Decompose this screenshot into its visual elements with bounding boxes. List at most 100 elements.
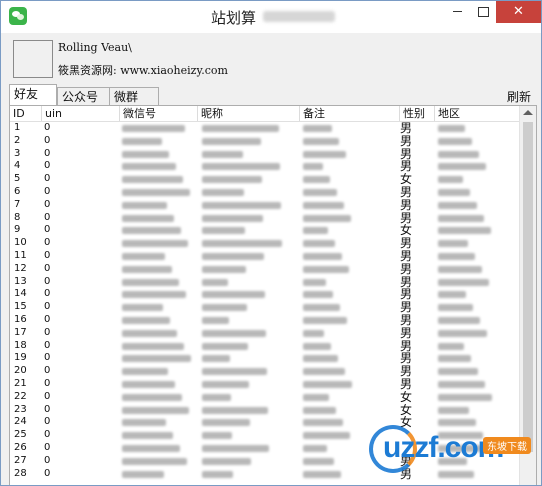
refresh-button[interactable]: 刷新 — [507, 88, 531, 105]
cell-wechat-id-redacted — [122, 214, 174, 222]
cell-uin: 0 — [44, 390, 51, 402]
column-header-uin[interactable]: uin — [42, 106, 120, 121]
cell-uin: 0 — [44, 377, 51, 389]
avatar — [13, 40, 53, 78]
cell-gender: 女 — [400, 403, 413, 417]
cell-id: 2 — [14, 134, 21, 146]
column-header-region[interactable]: 地区 — [435, 106, 520, 121]
cell-wechat-id-redacted — [122, 188, 190, 196]
cell-gender: 男 — [400, 249, 413, 263]
table-row[interactable]: 18 0 男 — [10, 340, 520, 353]
cell-region-redacted — [438, 316, 480, 324]
minimize-button[interactable] — [444, 1, 470, 23]
cell-gender: 男 — [400, 288, 413, 302]
cell-wechat-id-redacted — [122, 368, 168, 376]
table-row[interactable]: 3 0 男 — [10, 148, 520, 161]
table-row[interactable]: 5 0 女 — [10, 173, 520, 186]
cell-nickname-redacted — [202, 214, 263, 222]
table-row[interactable]: 13 0 男 — [10, 276, 520, 289]
cell-nickname-redacted — [202, 137, 261, 145]
cell-uin: 0 — [44, 198, 51, 210]
table-row[interactable]: 20 0 男 — [10, 365, 520, 378]
table-row[interactable]: 4 0 男 — [10, 160, 520, 173]
cell-wechat-id-redacted — [122, 265, 172, 273]
cell-nickname-redacted — [202, 393, 231, 401]
table-row[interactable]: 21 0 男 — [10, 378, 520, 391]
cell-nickname-redacted — [202, 150, 243, 158]
scroll-up-icon[interactable] — [523, 110, 533, 115]
table-row[interactable]: 8 0 男 — [10, 212, 520, 225]
cell-gender: 男 — [400, 160, 413, 174]
tab-groups[interactable]: 微群 — [109, 87, 159, 106]
cell-remark-redacted — [303, 470, 341, 478]
cell-nickname-redacted — [202, 291, 265, 299]
cell-uin: 0 — [44, 352, 51, 364]
column-header-nickname[interactable]: 昵称 — [198, 106, 300, 121]
column-header-wechat-id[interactable]: 微信号 — [120, 106, 198, 121]
cell-remark-redacted — [303, 150, 346, 158]
cell-remark-redacted — [303, 419, 343, 427]
scrollbar-thumb[interactable] — [523, 122, 533, 452]
cell-gender: 女 — [400, 390, 413, 404]
column-header-remark[interactable]: 备注 — [300, 106, 400, 121]
cell-region-redacted — [438, 291, 466, 299]
cell-id: 16 — [14, 313, 27, 325]
cell-id: 23 — [14, 403, 27, 415]
watermark-logo: uzzf.com 东坡下载 — [369, 417, 539, 479]
cell-remark-redacted — [303, 316, 347, 324]
table-row[interactable]: 1 0 男 — [10, 122, 520, 135]
cell-nickname-redacted — [202, 125, 279, 132]
table-row[interactable]: 15 0 男 — [10, 301, 520, 314]
cell-id: 10 — [14, 237, 27, 249]
tab-friends[interactable]: 好友 — [9, 84, 57, 107]
cell-id: 1 — [14, 122, 21, 133]
cell-remark-redacted — [303, 457, 334, 465]
table-row[interactable]: 23 0 女 — [10, 404, 520, 417]
cell-wechat-id-redacted — [122, 470, 164, 478]
cell-id: 21 — [14, 377, 27, 389]
cell-remark-redacted — [303, 368, 345, 376]
cell-gender: 男 — [400, 122, 413, 135]
table-row[interactable]: 14 0 男 — [10, 288, 520, 301]
column-header-id[interactable]: ID — [10, 106, 42, 121]
table-row[interactable]: 6 0 男 — [10, 186, 520, 199]
cell-remark-redacted — [303, 355, 338, 363]
cell-region-redacted — [438, 265, 482, 273]
table-row[interactable]: 12 0 男 — [10, 263, 520, 276]
maximize-icon — [477, 6, 489, 17]
minimize-icon — [452, 11, 462, 12]
cell-id: 4 — [14, 160, 21, 172]
cell-wechat-id-redacted — [122, 201, 167, 209]
cell-wechat-id-redacted — [122, 406, 189, 414]
table-row[interactable]: 22 0 女 — [10, 391, 520, 404]
window-title: 站划算 — [211, 9, 257, 27]
table-row[interactable]: 2 0 男 — [10, 135, 520, 148]
table-row[interactable]: 19 0 男 — [10, 352, 520, 365]
maximize-button[interactable] — [470, 1, 496, 23]
cell-wechat-id-redacted — [122, 355, 191, 363]
table-row[interactable]: 9 0 女 — [10, 224, 520, 237]
cell-id: 17 — [14, 326, 27, 338]
table-row[interactable]: 16 0 男 — [10, 314, 520, 327]
table-row[interactable]: 17 0 男 — [10, 327, 520, 340]
cell-nickname-redacted — [202, 368, 267, 376]
cell-wechat-id-redacted — [122, 291, 186, 299]
tab-official-accounts[interactable]: 公众号 — [57, 87, 112, 106]
cell-nickname-redacted — [202, 470, 233, 478]
cell-remark-redacted — [303, 188, 337, 196]
cell-remark-redacted — [303, 176, 330, 184]
close-button[interactable]: ✕ — [496, 1, 541, 23]
column-header-gender[interactable]: 性别 — [400, 106, 435, 121]
cell-id: 28 — [14, 467, 27, 479]
table-row[interactable]: 7 0 男 — [10, 199, 520, 212]
cell-remark-redacted — [303, 278, 326, 286]
cell-region-redacted — [438, 240, 468, 248]
wechat-icon — [9, 7, 27, 25]
blurred-account-name — [263, 11, 335, 22]
cell-gender: 男 — [400, 147, 413, 161]
cell-uin: 0 — [44, 224, 51, 236]
cell-region-redacted — [438, 150, 479, 158]
table-row[interactable]: 11 0 男 — [10, 250, 520, 263]
table-row[interactable]: 10 0 男 — [10, 237, 520, 250]
cell-wechat-id-redacted — [122, 137, 162, 145]
